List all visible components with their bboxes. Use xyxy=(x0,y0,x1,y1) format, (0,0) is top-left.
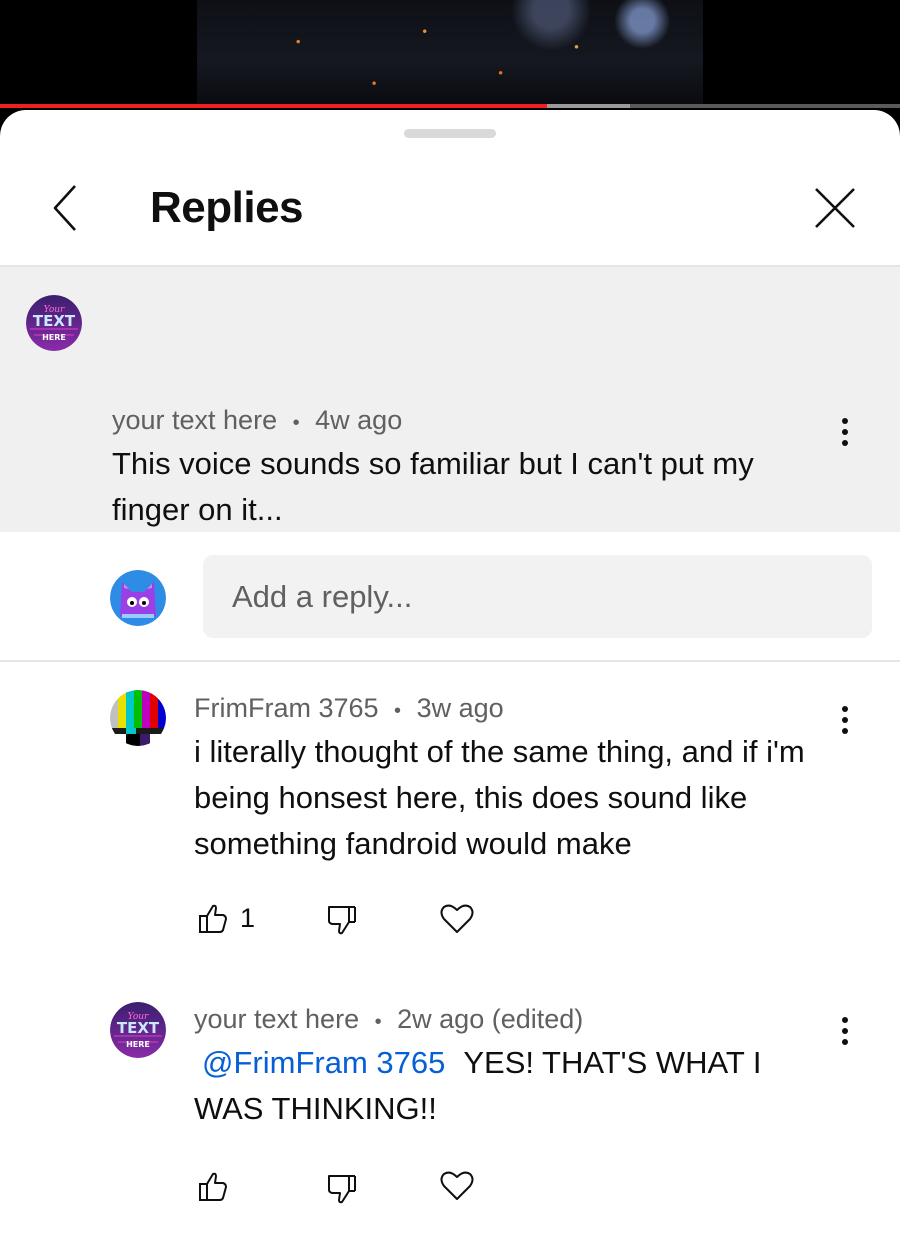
svg-text:HERE: HERE xyxy=(42,333,66,342)
heart-button[interactable] xyxy=(440,1170,474,1202)
reply-meta: your text here • 2w ago (edited) xyxy=(194,1003,583,1038)
dislike-button[interactable] xyxy=(327,905,357,935)
reply-composer xyxy=(0,532,900,662)
dislike-button[interactable] xyxy=(327,1174,357,1204)
close-button[interactable] xyxy=(806,183,864,233)
close-icon xyxy=(815,188,855,228)
meta-separator: • xyxy=(292,412,300,434)
svg-text:TEXT: TEXT xyxy=(117,1019,160,1037)
mention-link[interactable]: @FrimFram 3765 xyxy=(202,1045,445,1080)
thumbs-up-icon xyxy=(199,1172,227,1201)
video-player[interactable] xyxy=(0,0,900,110)
frimfram-avatar[interactable] xyxy=(110,690,166,746)
reply-author[interactable]: FrimFram 3765 xyxy=(194,693,379,723)
comment-text: This voice sounds so familiar but I can'… xyxy=(112,446,754,527)
meta-separator: • xyxy=(394,700,402,722)
reply-more-button[interactable] xyxy=(830,698,860,742)
thumbs-up-icon xyxy=(199,904,227,933)
back-button[interactable] xyxy=(40,183,90,233)
add-reply-input[interactable] xyxy=(203,555,872,638)
heart-button[interactable] xyxy=(440,903,474,935)
more-vertical-icon xyxy=(842,1017,848,1045)
video-frame[interactable] xyxy=(197,0,703,104)
comment-more-button[interactable] xyxy=(830,410,860,454)
purple-cat-avatar xyxy=(110,570,166,626)
video-progress-bar[interactable] xyxy=(0,104,900,108)
reply-age: 2w ago (edited) xyxy=(397,1004,584,1034)
chevron-left-icon xyxy=(53,185,76,231)
reply-age: 3w ago xyxy=(416,693,504,723)
reply-text: i literally thought of the same thing, a… xyxy=(194,734,805,861)
reply-meta: FrimFram 3765 • 3w ago xyxy=(194,692,504,727)
drag-handle[interactable] xyxy=(404,129,496,138)
heart-outline-icon xyxy=(440,904,474,933)
like-count: 1 xyxy=(240,903,256,933)
comment-age: 4w ago xyxy=(315,405,403,435)
svg-text:TEXT: TEXT xyxy=(33,312,76,330)
comment-author[interactable]: your text here xyxy=(112,405,277,435)
svg-text:HERE: HERE xyxy=(126,1040,150,1049)
reply-more-button[interactable] xyxy=(830,1009,860,1053)
progress-played xyxy=(0,104,548,108)
thumbs-down-icon xyxy=(328,1175,356,1204)
meta-separator: • xyxy=(374,1011,382,1033)
replies-sheet: Replies Your TEXT HERE your text here • … xyxy=(0,110,900,1252)
your-text-here-avatar[interactable]: Your TEXT HERE xyxy=(110,1002,166,1058)
parent-comment: Your TEXT HERE your text here • 4w ago T… xyxy=(0,267,900,610)
page-title: Replies xyxy=(150,183,304,232)
your-text-here-avatar[interactable]: Your TEXT HERE xyxy=(26,295,82,351)
reply-text: @FrimFram 3765 YES! THAT'S WHAT I WAS THI… xyxy=(194,1040,824,1132)
like-button[interactable]: 1 xyxy=(198,903,255,934)
comment-meta-row: your text here • 4w ago xyxy=(112,404,402,439)
sheet-header: Replies xyxy=(0,150,900,267)
more-vertical-icon xyxy=(842,418,848,446)
heart-outline-icon xyxy=(440,1171,474,1200)
like-button[interactable] xyxy=(198,1172,228,1202)
reply-author[interactable]: your text here xyxy=(194,1004,359,1034)
thumbs-down-icon xyxy=(328,906,356,935)
more-vertical-icon xyxy=(842,706,848,734)
